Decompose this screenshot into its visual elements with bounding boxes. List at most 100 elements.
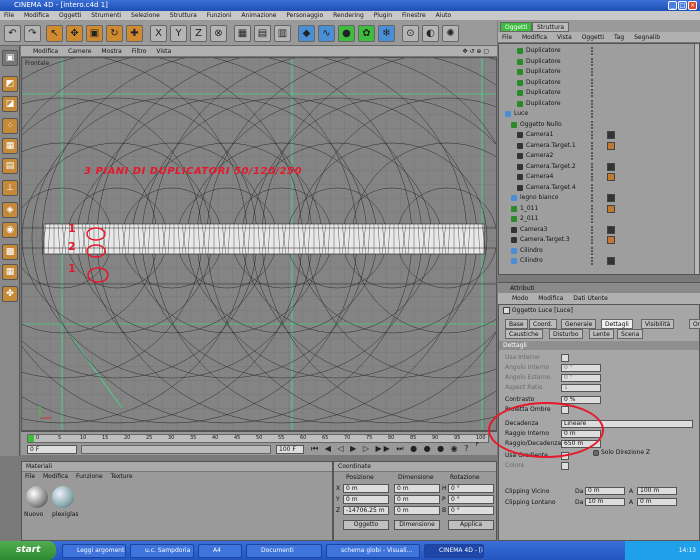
visibility-dots[interactable]: [591, 89, 595, 97]
start-frame-field[interactable]: 0 F: [27, 445, 77, 454]
visibility-dots[interactable]: [591, 99, 595, 108]
render-region-icon[interactable]: ▦: [234, 25, 251, 42]
tag-icon[interactable]: [607, 141, 615, 150]
object-row[interactable]: Luce: [499, 109, 695, 120]
material-nuovo-swatch[interactable]: [26, 486, 48, 508]
object-list[interactable]: Duplicatore Duplicatore Duplicatore Duplica…: [498, 43, 700, 275]
solo-direction-z[interactable]: Solo Direzione Z: [593, 449, 650, 456]
visibility-dots[interactable]: [591, 141, 595, 150]
visibility-dots[interactable]: [591, 257, 595, 265]
minimize-button[interactable]: _: [668, 1, 677, 10]
lock-icon[interactable]: ✤: [2, 286, 18, 302]
axis-y-button[interactable]: Y: [170, 25, 187, 42]
attr-tab[interactable]: Generale: [561, 319, 597, 329]
viewport-menu-modifica[interactable]: Modifica: [29, 46, 62, 57]
clip-near-to[interactable]: 100 m: [637, 487, 677, 495]
object-row[interactable]: Cilindro: [499, 256, 695, 267]
menu-aiuto[interactable]: Aiuto: [432, 11, 456, 21]
attr-tab[interactable]: Visibilità: [641, 319, 675, 329]
materials-menu-texture[interactable]: Texture: [108, 472, 136, 481]
visibility-dots[interactable]: [591, 215, 595, 223]
start-button[interactable]: start: [0, 541, 56, 560]
timeline[interactable]: 0 5 10 15 20 25 30 35 40 45 50 55 60 65 70 75 80 85 90 95 10…: [21, 431, 497, 455]
visibility-dots[interactable]: [591, 194, 595, 202]
objmenu-segnalib[interactable]: Segnalib: [630, 32, 664, 43]
deformer-icon[interactable]: ❄: [378, 25, 395, 42]
coord-z-position[interactable]: -14706.25 m: [343, 506, 389, 515]
visibility-dots[interactable]: [591, 246, 595, 255]
axis-z-button[interactable]: Z: [190, 25, 207, 42]
viewport-nav-icons[interactable]: ✥ ↺ ⊕ ▢: [459, 46, 493, 57]
points-mode-icon[interactable]: ⁘: [2, 118, 18, 134]
attr-prop-field[interactable]: 0 °: [561, 364, 601, 372]
object-row[interactable]: Duplicatore: [499, 67, 695, 78]
object-row[interactable]: Oggetto Nullo: [499, 120, 695, 131]
select-arrow-icon[interactable]: ↖: [46, 25, 63, 42]
tag-icon[interactable]: [607, 131, 615, 139]
attr-tab[interactable]: Dettagli: [601, 319, 633, 329]
viewport-menu-filtro[interactable]: Filtro: [128, 46, 151, 57]
menu-oggetti[interactable]: Oggetti: [55, 11, 85, 21]
menu-rendering[interactable]: Rendering: [329, 11, 368, 21]
object-row[interactable]: Duplicatore: [499, 78, 695, 89]
material-plexiglas-swatch[interactable]: [52, 486, 74, 508]
attr-tab[interactable]: Ombra: [689, 319, 700, 329]
coord-x-position[interactable]: 0 m: [343, 484, 389, 493]
playback-controls[interactable]: ⏮ ◀ ◁ ▶ ▷ ▶▶ ⏭ ● ● ● ◉ ?: [311, 444, 470, 454]
taskbar-item[interactable]: Documenti: [246, 544, 322, 558]
object-row[interactable]: Camera1: [499, 130, 695, 141]
objmenu-file[interactable]: File: [498, 32, 516, 43]
object-row[interactable]: 2_011: [499, 214, 695, 225]
tag-icon[interactable]: [607, 236, 615, 244]
object-row[interactable]: Duplicatore: [499, 99, 695, 110]
menu-selezione[interactable]: Selezione: [127, 11, 164, 21]
menu-funzioni[interactable]: Funzioni: [203, 11, 236, 21]
menu-finestre[interactable]: Finestre: [398, 11, 430, 21]
object-row[interactable]: Camera3: [499, 225, 695, 236]
attr-tab[interactable]: Scena: [617, 329, 644, 339]
model-mode-icon[interactable]: ▣: [2, 50, 18, 66]
visibility-dots[interactable]: [591, 47, 595, 55]
tag-icon[interactable]: [607, 173, 615, 181]
object-row[interactable]: 1_011: [499, 204, 695, 215]
scale-icon[interactable]: ▣: [86, 25, 103, 42]
close-button[interactable]: ×: [688, 1, 697, 10]
materials-menu-funzione[interactable]: Funzione: [73, 472, 106, 481]
object-row[interactable]: Camera2: [499, 151, 695, 162]
plus-icon[interactable]: ✚: [126, 25, 143, 42]
materials-menu-file[interactable]: File: [22, 472, 38, 481]
objmenu-tag[interactable]: Tag: [610, 32, 628, 43]
menu-animazione[interactable]: Animazione: [237, 11, 280, 21]
tag-icon[interactable]: [607, 162, 615, 171]
object-row[interactable]: Camera4: [499, 172, 695, 183]
taskbar-item[interactable]: schema globi - Visuali...: [326, 544, 420, 558]
visibility-dots[interactable]: [591, 225, 595, 234]
polygons-mode-icon[interactable]: ▤: [2, 158, 18, 174]
tag-icon[interactable]: [607, 257, 615, 265]
object-row[interactable]: Camera.Target.1: [499, 141, 695, 152]
object-row[interactable]: Duplicatore: [499, 46, 695, 57]
menu-file[interactable]: File: [0, 11, 18, 21]
object-row[interactable]: Camera.Target.3: [499, 235, 695, 246]
visibility-dots[interactable]: [591, 120, 595, 129]
axis-x-button[interactable]: X: [150, 25, 167, 42]
clip-far-to[interactable]: 0 m: [637, 498, 677, 506]
spline-icon[interactable]: ∿: [318, 25, 335, 42]
coord-b-rotation[interactable]: 0 °: [448, 506, 494, 515]
viewport-menu-vista[interactable]: Vista: [152, 46, 175, 57]
nurbs-icon[interactable]: ●: [338, 25, 355, 42]
rotate-icon[interactable]: ↻: [106, 25, 123, 42]
texture-mode-icon[interactable]: ◪: [2, 96, 18, 112]
attr-prop-field[interactable]: [561, 354, 569, 362]
visibility-dots[interactable]: [591, 68, 595, 76]
visibility-dots[interactable]: [591, 57, 595, 66]
tab-oggetti[interactable]: Oggetti: [500, 22, 533, 32]
axis-mode-icon[interactable]: ⊥: [2, 180, 18, 196]
snap-icon[interactable]: ◉: [2, 222, 18, 238]
object-row[interactable]: Duplicatore: [499, 88, 695, 99]
object-row[interactable]: Cilindro: [499, 246, 695, 257]
objmenu-vista[interactable]: Vista: [553, 32, 576, 43]
menu-modifica[interactable]: Modifica: [20, 11, 53, 21]
taskbar-item[interactable]: Leggi argomento - no...: [62, 544, 126, 558]
render-picture-icon[interactable]: ▥: [274, 25, 291, 42]
